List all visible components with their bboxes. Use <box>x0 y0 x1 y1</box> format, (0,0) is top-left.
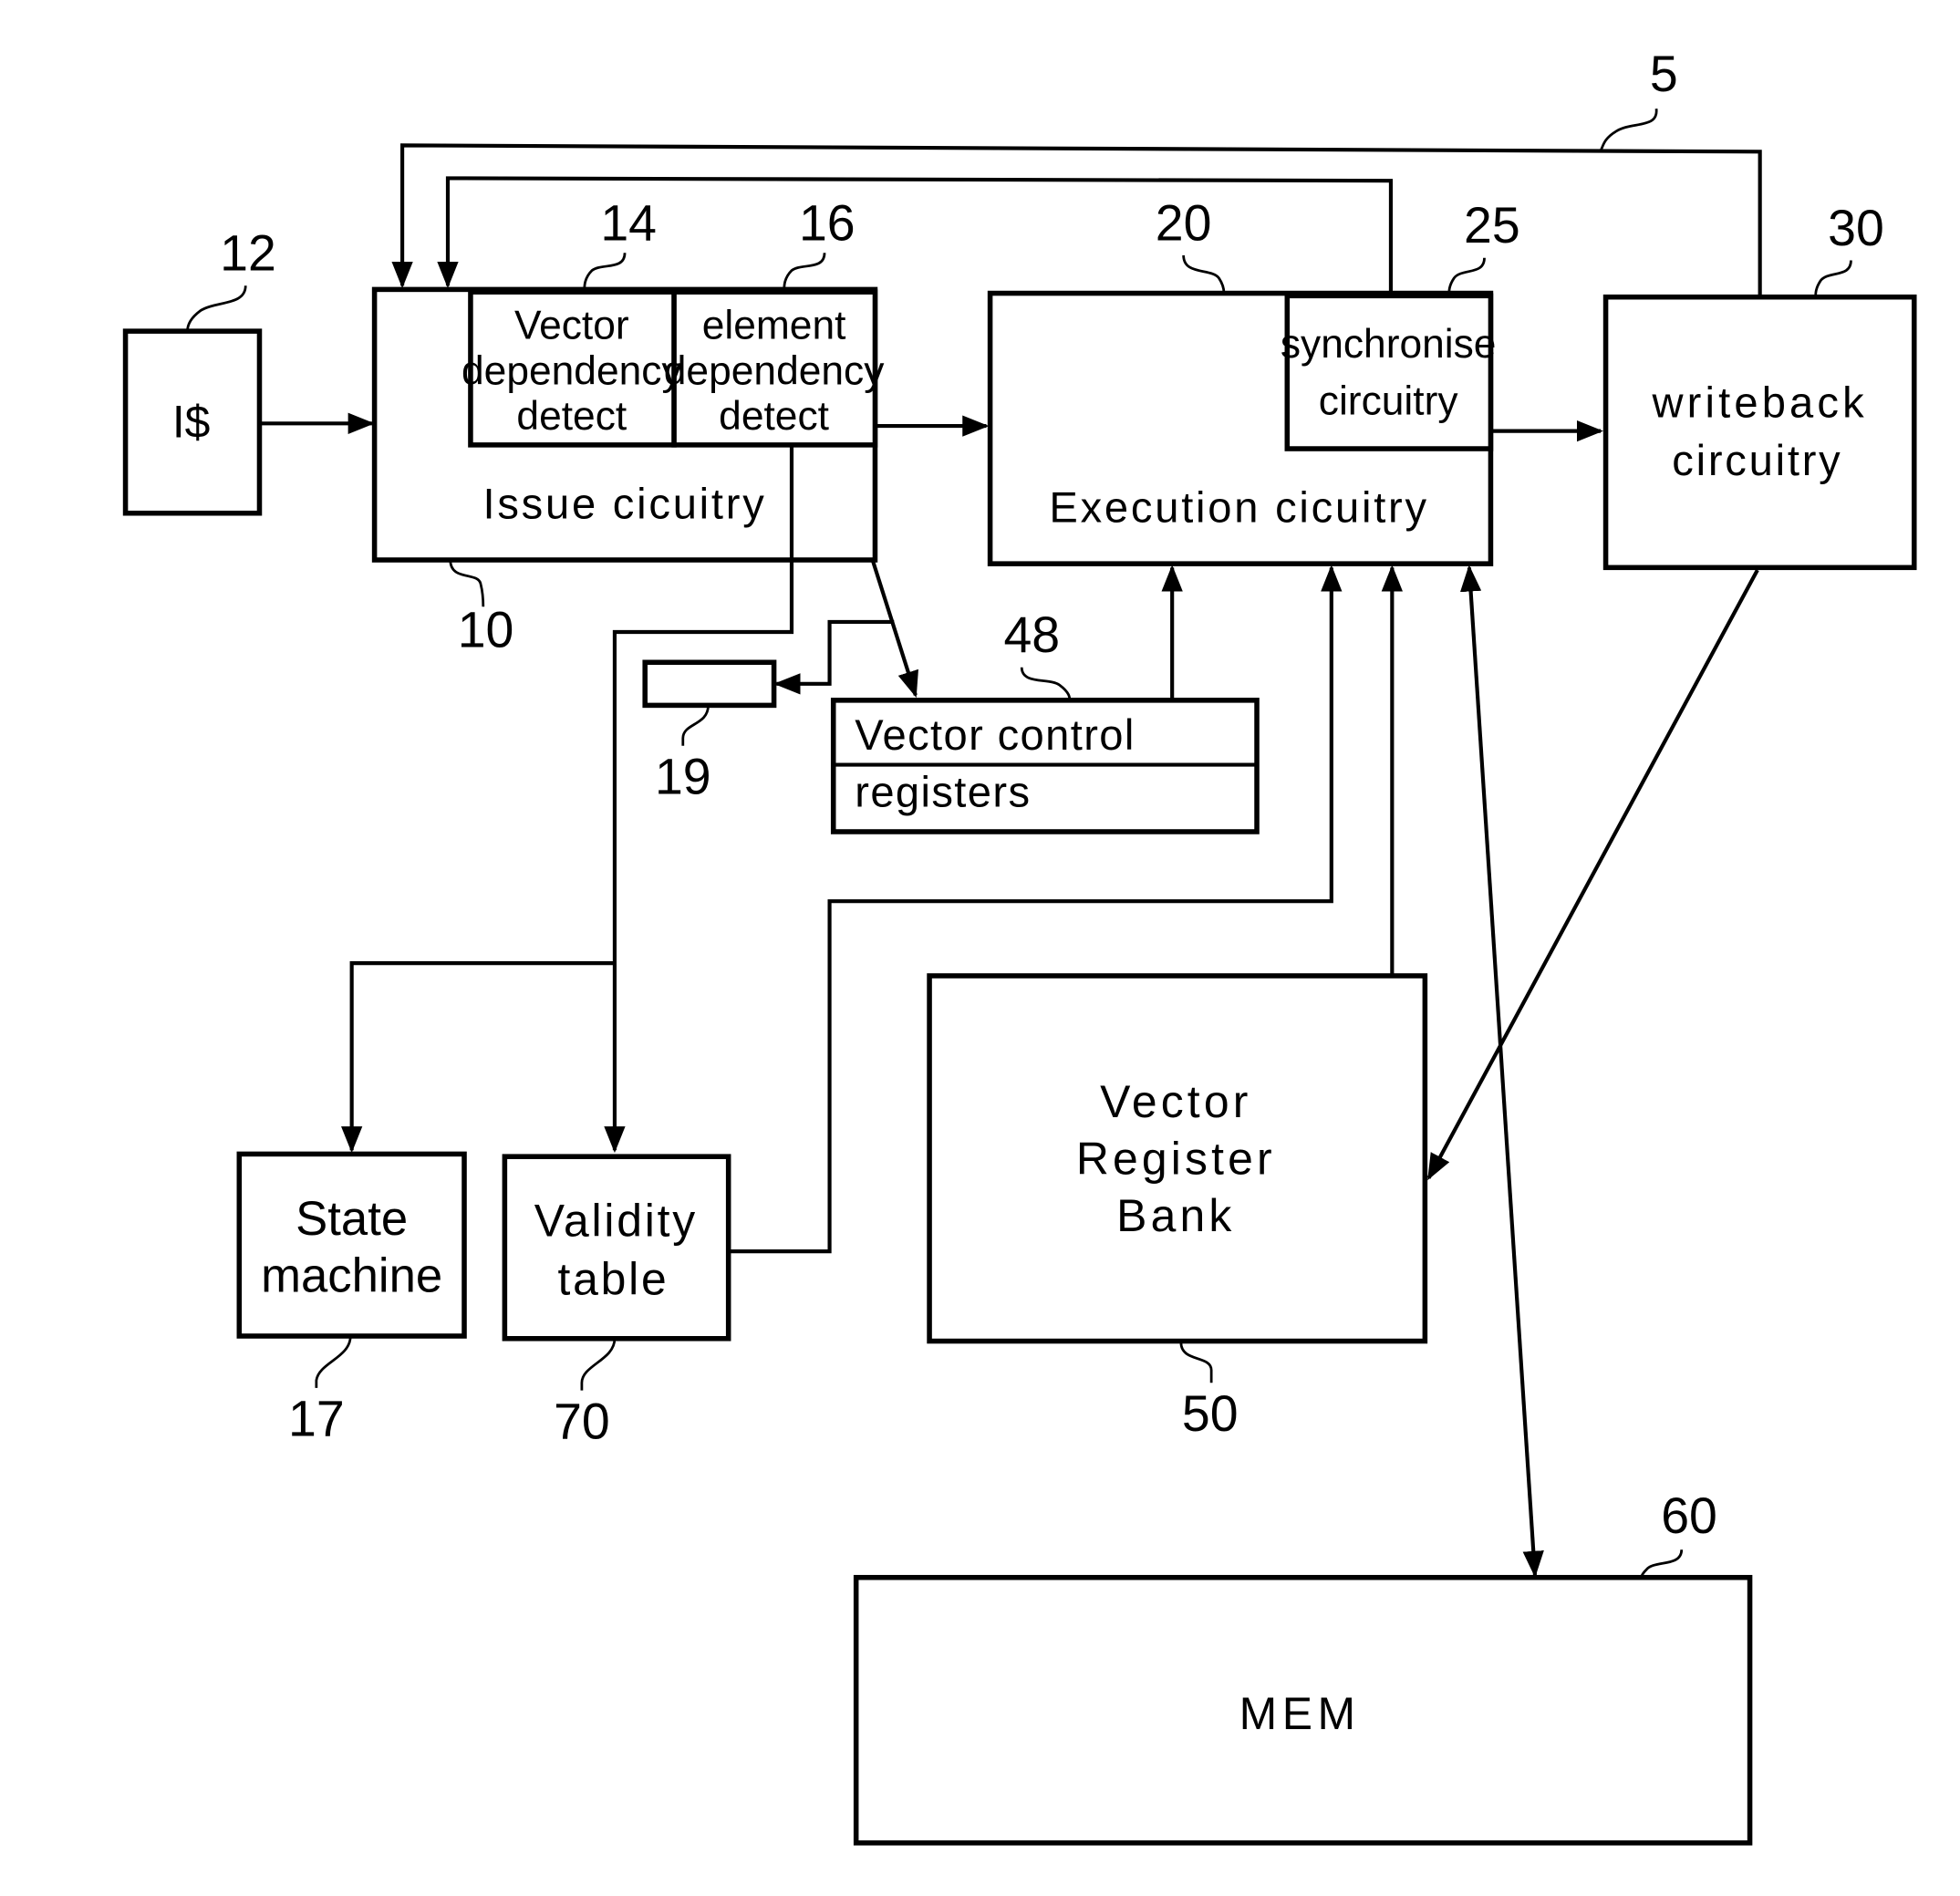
vector-dep-line1: Vector <box>514 303 629 347</box>
vrb-line3: Bank <box>1116 1190 1235 1241</box>
vcr-line1: Vector control <box>855 710 1135 759</box>
ref-12: 12 <box>220 225 276 282</box>
branch-to-reg19-arrow <box>773 619 895 695</box>
leader-19 <box>681 705 710 746</box>
ref-17: 17 <box>288 1390 345 1446</box>
ref-48: 48 <box>1003 606 1060 663</box>
leader-5 <box>1599 109 1658 151</box>
leader-10 <box>449 559 485 607</box>
issue-circuitry-label: Issue cicuitry <box>482 479 766 527</box>
ref-25: 25 <box>1464 197 1520 254</box>
ref-60: 60 <box>1661 1487 1717 1544</box>
register-19-box <box>642 659 777 709</box>
memory-label: MEM <box>1239 1688 1361 1739</box>
state-machine-line1: State <box>296 1192 408 1246</box>
state-machine-line2: machine <box>261 1248 442 1302</box>
leader-50 <box>1179 1342 1213 1383</box>
element-dep-line1: element <box>702 303 846 347</box>
ref-70: 70 <box>554 1393 610 1449</box>
ref-30: 30 <box>1828 200 1884 256</box>
mem-execution-bidirectional-arrow <box>1459 565 1544 1578</box>
issue-to-vcr-arrow <box>870 559 918 699</box>
leader-48 <box>1020 667 1072 700</box>
leader-25 <box>1447 257 1486 296</box>
feedback-line-synchronise <box>437 176 1394 294</box>
writeback-circuitry-box <box>1602 294 1917 571</box>
element-dep-line3: detect <box>719 394 829 439</box>
ref-16: 16 <box>799 194 856 251</box>
synchronise-line1: synchronise <box>1281 322 1497 367</box>
block-diagram: I$ Vector dependency detect element depe… <box>122 46 1917 1846</box>
dep-to-state-machine-line <box>341 961 615 1154</box>
writeback-line2: circuitry <box>1672 436 1842 484</box>
ref-50: 50 <box>1182 1385 1239 1442</box>
ref-5: 5 <box>1650 46 1678 102</box>
validity-line1: Validity <box>534 1196 698 1247</box>
validity-line2: table <box>558 1253 669 1304</box>
execution-circuitry-label: Execution cicuitry <box>1049 482 1428 531</box>
writeback-line1: writeback <box>1651 378 1867 426</box>
vrb-line2: Register <box>1076 1134 1276 1185</box>
leader-70 <box>580 1338 617 1391</box>
ref-10: 10 <box>458 602 514 658</box>
leader-17 <box>315 1335 352 1388</box>
leader-30 <box>1814 260 1852 297</box>
writeback-to-vrb-arrow <box>1426 569 1759 1181</box>
vector-dep-line3: detect <box>516 394 627 439</box>
ref-19: 19 <box>655 748 711 804</box>
ref-20: 20 <box>1156 194 1212 251</box>
ref-14: 14 <box>600 194 657 251</box>
validity-table-box <box>502 1154 731 1342</box>
vrb-line1: Vector <box>1100 1076 1251 1127</box>
synchronise-circuitry-box <box>1284 293 1494 451</box>
leader-12 <box>186 285 247 332</box>
vector-dep-line2: dependency <box>461 348 682 393</box>
vcr-line2: registers <box>855 767 1031 815</box>
leader-14 <box>583 253 627 293</box>
element-dep-line2: dependency <box>664 348 885 393</box>
synchronise-line2: circuitry <box>1319 379 1459 424</box>
leader-20 <box>1182 254 1226 294</box>
leader-16 <box>783 253 826 293</box>
icache-label: I$ <box>172 397 211 448</box>
